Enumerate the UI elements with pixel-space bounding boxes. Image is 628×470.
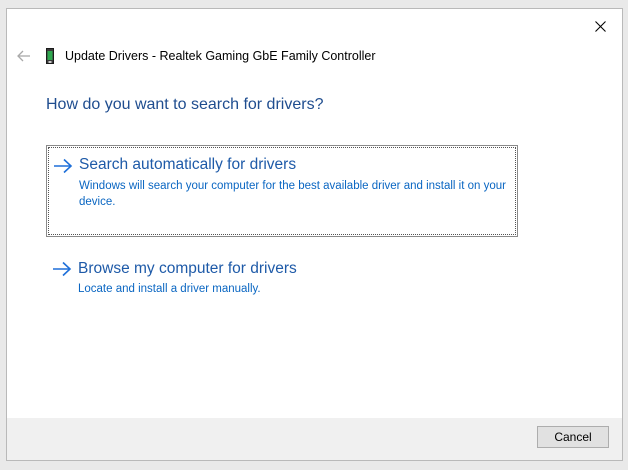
close-button[interactable] — [586, 15, 614, 37]
cancel-button[interactable]: Cancel — [537, 426, 609, 448]
close-icon — [594, 20, 606, 32]
search-automatically-title: Search automatically for drivers — [79, 156, 297, 173]
search-automatically-description: Windows will search your computer for th… — [79, 180, 506, 208]
update-drivers-dialog: Update Drivers - Realtek Gaming GbE Fami… — [6, 8, 623, 461]
page-heading: How do you want to search for drivers? — [46, 96, 324, 113]
browse-computer-title: Browse my computer for drivers — [78, 260, 297, 277]
back-button[interactable] — [13, 47, 35, 65]
dialog-footer: Cancel — [7, 418, 622, 460]
back-arrow-icon — [17, 50, 30, 62]
right-arrow-icon — [54, 158, 73, 174]
network-adapter-icon — [46, 48, 54, 64]
dialog-title: Update Drivers - Realtek Gaming GbE Fami… — [65, 49, 376, 63]
browse-computer-description: Locate and install a driver manually. — [78, 283, 261, 295]
search-automatically-option[interactable]: Search automatically for drivers Windows… — [46, 145, 518, 237]
browse-computer-option[interactable]: Browse my computer for drivers Locate an… — [46, 253, 518, 303]
right-arrow-icon — [53, 261, 72, 277]
